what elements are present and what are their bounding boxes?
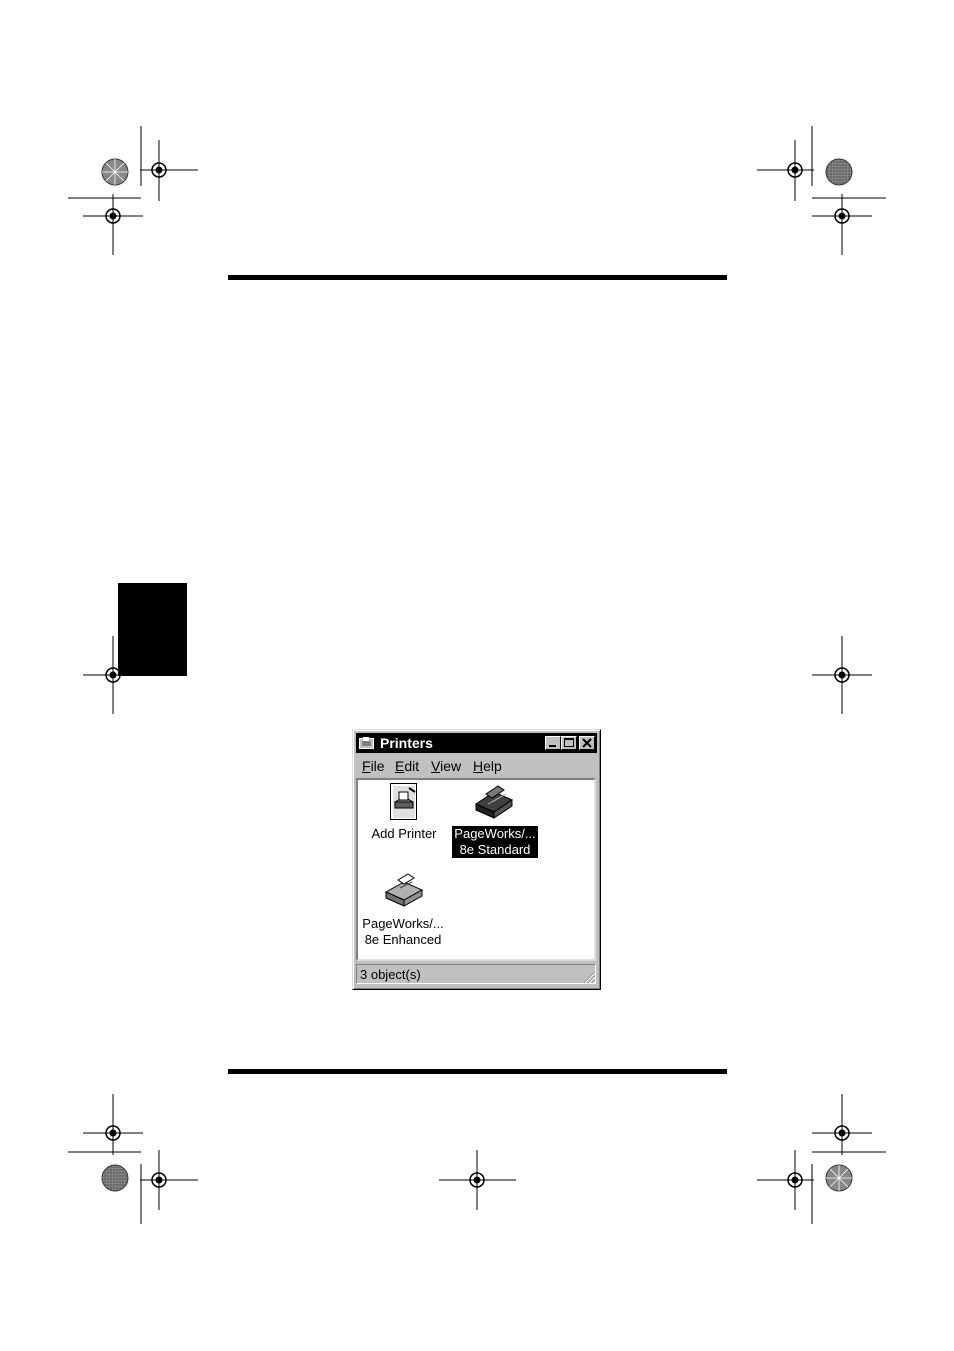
status-text: 3 object(s) <box>360 967 421 982</box>
status-pane: 3 object(s) <box>356 964 596 984</box>
printer-icon <box>384 873 424 907</box>
item-label: PageWorks/... 8e Standard <box>451 825 539 859</box>
menu-file[interactable]: File <box>362 758 385 774</box>
resize-grip-icon[interactable] <box>582 970 596 984</box>
status-bar: 3 object(s) <box>356 963 597 985</box>
starburst-mark <box>825 1164 853 1192</box>
crop-mark-bottom-left <box>68 1094 198 1224</box>
close-button[interactable] <box>579 736 595 750</box>
starburst-mark <box>101 158 129 186</box>
crop-mark-top-left <box>68 126 198 255</box>
footer-rule <box>228 1069 727 1074</box>
printers-folder-icon <box>359 737 374 749</box>
maximize-button[interactable] <box>561 736 577 750</box>
item-label: PageWorks/... 8e Enhanced <box>362 916 444 947</box>
menu-help[interactable]: Help <box>473 758 502 774</box>
printers-window: Printers File Edit View Help Add Printer… <box>352 729 601 990</box>
menu-edit[interactable]: Edit <box>395 758 419 774</box>
crop-mark-bottom-center <box>439 1150 516 1210</box>
close-icon <box>582 738 592 748</box>
crop-mark-top-right <box>757 126 886 255</box>
title-bar[interactable]: Printers <box>356 733 597 753</box>
maximize-icon <box>564 738 574 747</box>
chapter-thumb-tab <box>118 583 187 676</box>
add-printer-icon <box>390 783 417 820</box>
menu-view[interactable]: View <box>431 758 461 774</box>
item-label: Add Printer <box>371 826 437 841</box>
printers-list-view: Add Printer PageWorks/... 8e Standard Pa… <box>356 778 596 961</box>
crop-mark-bottom-right <box>757 1094 886 1224</box>
crop-mark-middle-right <box>812 636 872 714</box>
minimize-button[interactable] <box>545 736 561 750</box>
halftone-mark <box>101 1164 129 1192</box>
minimize-icon <box>549 745 556 747</box>
network-printer-icon <box>474 785 514 819</box>
header-rule <box>228 275 727 280</box>
window-title: Printers <box>380 735 433 751</box>
menu-bar: File Edit View Help <box>356 756 597 776</box>
halftone-mark <box>825 158 853 186</box>
